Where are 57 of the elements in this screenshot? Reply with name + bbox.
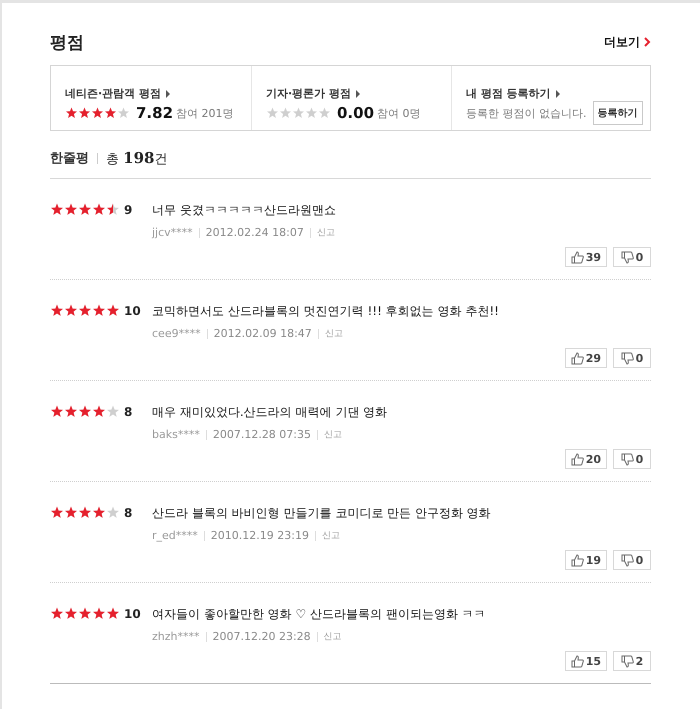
thumbs-down-icon [620,654,634,668]
user-id: cee9**** [152,327,201,340]
review-date: 2007.12.28 07:35 [212,428,312,441]
triangle-right-icon [556,90,561,98]
thumbs-up-icon [570,352,584,364]
rating-link[interactable]: 내 평점 등록하기 [466,86,561,101]
empty-message: 등록한 평점이 없습니다. [466,106,586,120]
review-text: 여자들이 좋아할만한 영화 ♡ 산드라블록의 팬이되는영화 ㅋㅋ [152,607,487,622]
dislike-button[interactable]: 0 [613,449,651,469]
triangle-right-icon [356,90,362,98]
dislike-button[interactable]: 0 [613,348,651,368]
score: 7.82 [136,104,174,122]
thumbs-up-icon [570,452,584,466]
user-id: r_ed**** [152,529,198,542]
score: 10 [124,607,141,622]
review-text: 너무 웃겼ㅋㅋㅋㅋㅋ산드라원맨쇼 [152,203,337,218]
like-button[interactable]: 29 [564,348,607,368]
section-title: 평점 [50,32,84,54]
thumbs-down-icon [620,452,634,466]
score: 8 [124,506,132,521]
triangle-right-icon [166,90,172,98]
user-id: zhzh**** [152,630,200,643]
like-button[interactable]: 19 [564,550,607,570]
like-button[interactable]: 39 [564,247,607,267]
review-date: 2012.02.24 18:07 [206,226,304,239]
thumbs-down-icon [620,250,634,264]
review-text: 산드라 블록의 바비인형 만들기를 코미디로 만든 안구정화 영화 [152,506,492,521]
thumbs-down-icon [620,352,634,364]
thumbs-up-icon [570,250,584,264]
review-date: 2010.12.19 23:19 [210,529,309,542]
like-button[interactable]: 15 [564,651,607,671]
review-text: 코믹하면서도 산드라블록의 멋진연기력 !!! 후회없는 영화 추천!! [152,304,500,319]
review-date: 2007.12.20 23:28 [212,630,311,643]
dislike-button[interactable]: 2 [613,651,651,671]
thumbs-up-icon [570,554,584,566]
rating-link[interactable]: 네티즌·관람객 평점 [65,86,172,101]
thumbs-up-icon [570,654,584,668]
dislike-button[interactable]: 0 [613,247,651,267]
score: 8 [124,405,132,420]
reviews-title: 한줄평 [50,150,89,167]
dislike-button[interactable]: 0 [613,550,651,570]
thumbs-down-icon [620,554,634,566]
chevron-right-icon [644,37,651,47]
like-button[interactable]: 20 [564,449,607,469]
total-count: 총 198건 [106,148,168,168]
user-id: baks**** [152,428,200,441]
review-date: 2012.02.09 18:47 [214,327,312,340]
score: 10 [124,304,141,319]
review-text: 매우 재미있었다.산드라의 매력에 기댄 영화 [152,405,388,420]
rating-link[interactable]: 기자·평론가 평점 [266,86,362,101]
score: 0.00 [337,104,374,122]
score: 9 [124,203,132,218]
participant-count: 참여 201명 [176,106,234,120]
register-button[interactable]: 등록하기 [592,101,642,125]
user-id: jjcv**** [152,226,193,239]
participant-count: 참여 0명 [377,106,421,120]
more-link[interactable]: 더보기 [604,34,651,50]
